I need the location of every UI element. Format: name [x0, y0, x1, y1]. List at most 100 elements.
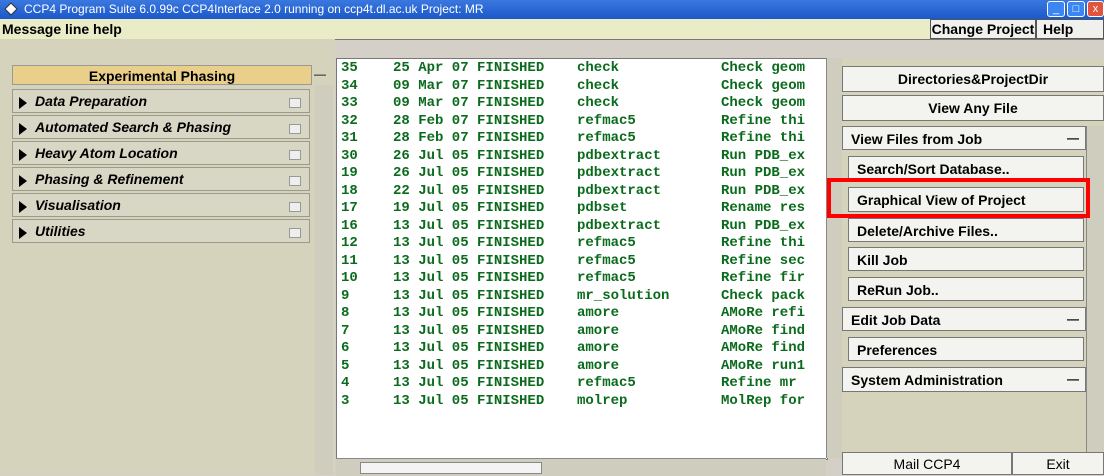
job-program: pdbextract: [577, 217, 662, 234]
folder-toggle-icon[interactable]: [289, 150, 301, 160]
help-button[interactable]: Help: [1036, 19, 1104, 39]
job-program: amore: [577, 340, 620, 356]
directories-button[interactable]: Directories&ProjectDir: [842, 66, 1104, 92]
job-desc: Refine fir: [721, 270, 806, 286]
job-row[interactable]: 17 19 Jul 05 FINISHED pdbset Rename res: [337, 200, 821, 217]
job-desc: MolRep for: [721, 392, 806, 409]
job-date: 09 Mar 07 FINISHED: [393, 95, 545, 111]
job-desc: Run PDB_ex: [721, 217, 806, 234]
job-row[interactable]: 6 13 Jul 05 FINISHED amore AMoRe find: [337, 340, 821, 357]
folder-utilities[interactable]: Utilities: [12, 219, 310, 243]
job-row[interactable]: 5 13 Jul 05 FINISHED amore AMoRe run1: [337, 358, 821, 375]
app-icon: [4, 2, 18, 16]
module-panel: Experimental Phasing — Data Preparation …: [0, 39, 335, 475]
expand-arrow-icon: [19, 175, 27, 187]
job-row[interactable]: 12 13 Jul 05 FINISHED refmac5 Refine thi: [337, 235, 821, 252]
job-program: pdbextract: [577, 147, 662, 164]
job-row[interactable]: 35 25 Apr 07 FINISHED check Check geom: [337, 60, 821, 77]
folder-toggle-icon[interactable]: [289, 124, 301, 134]
job-id: 35: [341, 60, 358, 76]
job-program: refmac5: [577, 235, 636, 251]
job-row[interactable]: 16 13 Jul 05 FINISHED pdbextract Run PDB_ex: [337, 218, 821, 235]
job-row[interactable]: 33 09 Mar 07 FINISHED check Check geom: [337, 95, 821, 112]
job-list-hscrollbar[interactable]: [336, 458, 826, 476]
job-program: mr_solution: [577, 287, 670, 304]
kill-job-button[interactable]: Kill Job: [848, 247, 1084, 271]
folder-toggle-icon[interactable]: [289, 202, 301, 212]
left-scrollbar[interactable]: [315, 85, 333, 475]
job-id: 7: [341, 322, 350, 339]
minimize-button[interactable]: _: [1047, 1, 1065, 17]
job-row[interactable]: 34 09 Mar 07 FINISHED check Check geom: [337, 78, 821, 95]
job-desc: Refine sec: [721, 252, 806, 269]
job-row[interactable]: 3 13 Jul 05 FINISHED molrep MolRep for: [337, 393, 821, 410]
hscroll-thumb[interactable]: [360, 462, 542, 474]
job-desc: Refine thi: [721, 235, 806, 251]
job-desc: Rename res: [721, 200, 806, 216]
job-row[interactable]: 30 26 Jul 05 FINISHED pdbextract Run PDB_ex: [337, 148, 821, 165]
menu-dash-icon: —: [1067, 312, 1079, 326]
job-row[interactable]: 11 13 Jul 05 FINISHED refmac5 Refine sec: [337, 253, 821, 270]
job-row[interactable]: 9 13 Jul 05 FINISHED mr_solution Check pack: [337, 288, 821, 305]
view-any-file-button[interactable]: View Any File: [842, 95, 1104, 121]
system-administration-menu[interactable]: System Administration —: [842, 367, 1086, 392]
mail-ccp4-button[interactable]: Mail CCP4: [842, 452, 1012, 475]
job-date: 25 Apr 07 FINISHED: [393, 60, 545, 76]
folder-data-preparation[interactable]: Data Preparation: [12, 89, 310, 113]
job-id: 32: [341, 112, 358, 129]
job-program: molrep: [577, 392, 628, 409]
job-row[interactable]: 8 13 Jul 05 FINISHED amore AMoRe refi: [337, 305, 821, 322]
job-desc: Check pack: [721, 287, 806, 304]
system-admin-label: System Administration: [851, 372, 1003, 388]
job-program: refmac5: [577, 130, 636, 146]
folder-toggle-icon[interactable]: [289, 228, 301, 238]
job-list-scrollbar[interactable]: [826, 58, 843, 458]
maximize-button[interactable]: □: [1067, 1, 1085, 17]
close-button[interactable]: x: [1087, 1, 1104, 17]
job-program: amore: [577, 305, 620, 321]
edit-job-data-menu[interactable]: Edit Job Data —: [842, 307, 1086, 331]
job-program: refmac5: [577, 252, 636, 269]
folder-label: Phasing & Refinement: [35, 171, 184, 187]
job-date: 13 Jul 05 FINISHED: [393, 287, 545, 304]
collapse-icon[interactable]: —: [313, 68, 327, 82]
delete-archive-button[interactable]: Delete/Archive Files..: [848, 218, 1084, 242]
job-row[interactable]: 7 13 Jul 05 FINISHED amore AMoRe find: [337, 323, 821, 340]
job-id: 34: [341, 77, 358, 94]
job-id: 19: [341, 165, 358, 181]
folder-toggle-icon[interactable]: [289, 176, 301, 186]
job-desc: Check geom: [721, 95, 806, 111]
job-date: 13 Jul 05 FINISHED: [393, 392, 545, 409]
job-id: 16: [341, 217, 358, 234]
module-title[interactable]: Experimental Phasing: [12, 65, 312, 85]
job-desc: Check geom: [721, 77, 806, 94]
job-date: 13 Jul 05 FINISHED: [393, 375, 545, 391]
job-row[interactable]: 10 13 Jul 05 FINISHED refmac5 Refine fir: [337, 270, 821, 287]
folder-automated-search[interactable]: Automated Search & Phasing: [12, 115, 310, 139]
view-files-from-job-menu[interactable]: View Files from Job —: [842, 126, 1086, 150]
job-desc: Check geom: [721, 60, 806, 76]
folder-heavy-atom[interactable]: Heavy Atom Location: [12, 141, 310, 165]
job-row[interactable]: 4 13 Jul 05 FINISHED refmac5 Refine mr: [337, 375, 821, 392]
job-desc: Refine thi: [721, 130, 806, 146]
job-date: 13 Jul 05 FINISHED: [393, 305, 545, 321]
job-row[interactable]: 18 22 Jul 05 FINISHED pdbextract Run PDB_ex: [337, 183, 821, 200]
right-scrollbar[interactable]: [1086, 126, 1104, 456]
job-id: 5: [341, 357, 350, 374]
job-row[interactable]: 32 28 Feb 07 FINISHED refmac5 Refine thi: [337, 113, 821, 130]
folder-phasing-refinement[interactable]: Phasing & Refinement: [12, 167, 310, 191]
job-id: 12: [341, 235, 358, 251]
folder-visualisation[interactable]: Visualisation: [12, 193, 310, 217]
job-desc: AMoRe refi: [721, 305, 806, 321]
preferences-button[interactable]: Preferences: [848, 337, 1084, 361]
exit-button[interactable]: Exit: [1012, 452, 1104, 475]
change-project-button[interactable]: Change Project: [930, 19, 1036, 39]
job-row[interactable]: 31 28 Feb 07 FINISHED refmac5 Refine thi: [337, 130, 821, 147]
job-id: 8: [341, 305, 350, 321]
job-date: 09 Mar 07 FINISHED: [393, 77, 545, 94]
job-list[interactable]: 35 25 Apr 07 FINISHED check Check geom 34 09 …: [336, 58, 828, 460]
job-program: pdbextract: [577, 182, 662, 199]
rerun-job-button[interactable]: ReRun Job..: [848, 277, 1084, 301]
folder-toggle-icon[interactable]: [289, 98, 301, 108]
job-row[interactable]: 19 26 Jul 05 FINISHED pdbextract Run PDB_ex: [337, 165, 821, 182]
